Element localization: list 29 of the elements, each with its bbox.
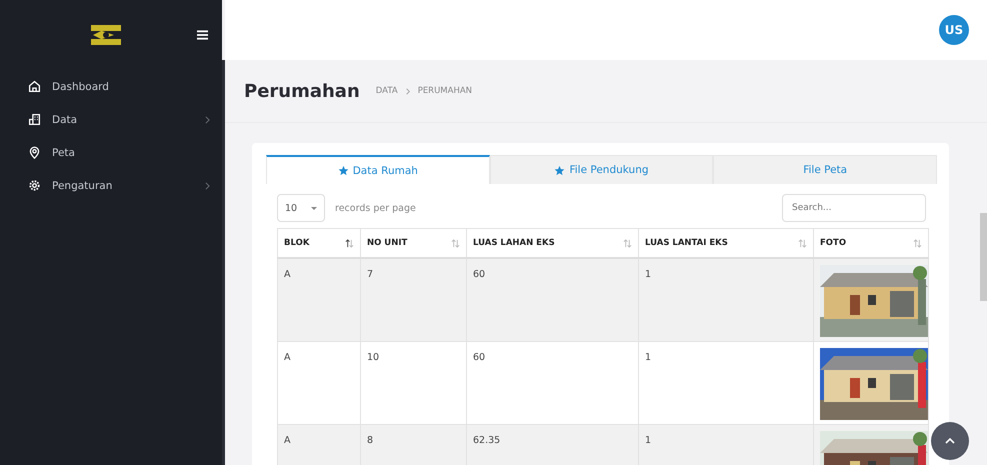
table-cell: 60 (466, 258, 638, 342)
table-cell: A (278, 424, 360, 465)
tab[interactable]: Data Rumah (266, 155, 490, 184)
scroll-to-top-button[interactable] (931, 422, 969, 460)
settings-icon (28, 179, 41, 192)
menu-icon[interactable] (197, 30, 208, 40)
table-cell: 8 (360, 424, 466, 465)
sidebar-item[interactable]: Peta (0, 136, 222, 169)
table-cell: 1 (638, 258, 814, 342)
building-icon (28, 113, 41, 126)
sidebar-item[interactable]: Data (0, 103, 222, 136)
map-pin-icon (28, 146, 41, 159)
caret-icon (945, 438, 955, 444)
logo-icon[interactable] (88, 22, 124, 48)
chevron-icon (406, 88, 410, 94)
page-size-select[interactable]: 10 (277, 194, 325, 222)
table-cell: A (278, 258, 360, 342)
records-per-page-label: records per page (335, 202, 417, 214)
scrollbar[interactable] (980, 213, 987, 301)
table-cell: 1 (638, 424, 814, 465)
caret-icon (311, 206, 317, 210)
page-title: Perumahan (244, 80, 360, 102)
sidebar-item[interactable]: Dashboard (0, 70, 222, 103)
home-icon (28, 80, 41, 93)
user-avatar[interactable]: US (939, 15, 969, 45)
search-field[interactable]: Search... (782, 194, 926, 222)
sidebar-item[interactable]: Pengaturan (0, 169, 222, 202)
table-cell: 7 (360, 258, 466, 342)
table-cell: 62.35 (466, 424, 638, 465)
